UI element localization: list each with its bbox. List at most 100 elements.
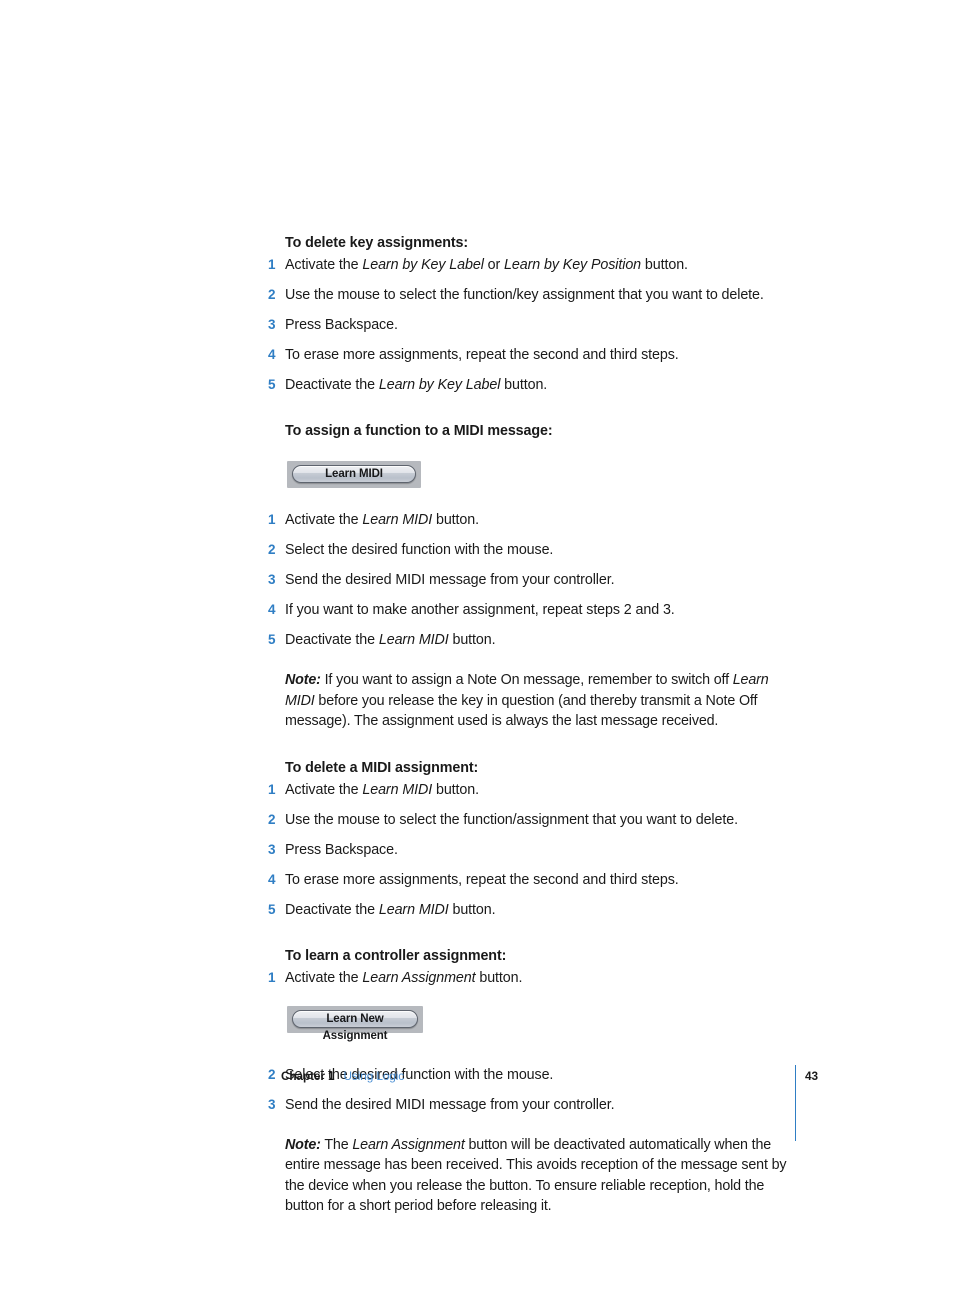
step-text: Send the desired MIDI message from your … xyxy=(285,1096,615,1113)
emphasized-term: Learn MIDI xyxy=(378,632,449,648)
step-text: Activate the Learn by Key Label or Learn… xyxy=(285,257,688,273)
step-item: 4 To erase more assignments, repeat the s… xyxy=(268,870,813,890)
emphasized-term: Learn MIDI xyxy=(362,512,433,528)
step-list-assign-function-midi: 1 Activate the Learn MIDI button. 2 Select … xyxy=(268,510,813,650)
text-run: The xyxy=(320,1136,353,1153)
step-text: Deactivate the Learn by Key Label button… xyxy=(285,377,547,393)
step-text: To erase more assignments, repeat the se… xyxy=(285,347,679,363)
step-number: 2 xyxy=(268,1066,276,1082)
emphasized-term: Learn by Key Label xyxy=(378,377,501,393)
footer-chapter-label: Chapter 1 xyxy=(281,1069,335,1083)
step-item: 3 Send the desired MIDI message from your… xyxy=(268,570,813,590)
note-assign-function-midi: Note: If you want to assign a Note On me… xyxy=(285,670,795,732)
step-item: 3 Send the desired MIDI message from your… xyxy=(268,1095,813,1115)
learn-new-assignment-button[interactable]: Learn New Assignment xyxy=(292,1009,418,1042)
note-learn-controller-assignment: Note: The Learn Assignment button will b… xyxy=(285,1135,795,1217)
step-item: 5 Deactivate the Learn MIDI button. xyxy=(268,630,813,650)
note-text: The Learn Assignment button will be deac… xyxy=(285,1136,787,1215)
step-item: 1 Activate the Learn MIDI button. xyxy=(268,510,813,530)
section-heading: To delete key assignments: xyxy=(285,235,469,251)
step-text: Deactivate the Learn MIDI button. xyxy=(285,902,496,918)
step-item: 1 Activate the Learn by Key Label or Lear… xyxy=(268,255,813,275)
step-number: 3 xyxy=(268,572,276,587)
learn-midi-button-figure: Learn MIDI xyxy=(268,461,813,488)
footer-rule xyxy=(795,1065,796,1141)
step-number: 4 xyxy=(268,347,276,362)
step-item: 4 To erase more assignments, repeat the s… xyxy=(268,345,813,365)
text-run: Send the desired MIDI message from your … xyxy=(285,1096,615,1113)
text-run: To erase more assignments, repeat the se… xyxy=(285,871,679,888)
text-run: button. xyxy=(432,781,479,798)
step-text: To erase more assignments, repeat the se… xyxy=(285,872,679,888)
step-text: Use the mouse to select the function/ass… xyxy=(285,812,738,828)
text-run: button. xyxy=(448,632,496,648)
step-text: Deactivate the Learn MIDI button. xyxy=(285,632,496,648)
text-run: Activate the xyxy=(285,781,363,798)
learn-new-assignment-button-bezel: Learn New Assignment xyxy=(287,1005,423,1042)
emphasized-term: Learn Assignment xyxy=(362,969,476,986)
text-run: Activate the xyxy=(285,969,363,986)
step-item: 2 Select the desired function with the mo… xyxy=(268,540,813,560)
step-number: 5 xyxy=(268,377,276,392)
step-number: 1 xyxy=(268,257,276,272)
text-run: Select the desired function with the mou… xyxy=(285,542,554,558)
step-text: Activate the Learn MIDI button. xyxy=(285,782,479,798)
step-list-learn-controller-before: 1 Activate the Learn Assignment button. xyxy=(268,968,813,988)
step-item: 2 Use the mouse to select the function/ke… xyxy=(268,285,813,305)
step-item: 3 Press Backspace. xyxy=(268,840,813,860)
text-run: Deactivate the xyxy=(285,632,379,648)
step-number: 2 xyxy=(268,542,276,557)
section-heading: To learn a controller assignment: xyxy=(285,947,507,964)
footer-doc-title: Using Logic xyxy=(343,1069,405,1083)
document-page: To delete key assignments: 1 Activate the… xyxy=(0,0,954,1308)
emphasized-term: Learn Assignment xyxy=(352,1136,465,1153)
step-number: 3 xyxy=(268,317,276,332)
text-run: button. xyxy=(448,901,496,918)
learn-new-assignment-button-figure: Learn New Assignment xyxy=(268,1005,813,1044)
step-number: 3 xyxy=(268,841,276,857)
text-run: Send the desired MIDI message from your … xyxy=(285,572,615,588)
step-text: Activate the Learn MIDI button. xyxy=(285,512,479,528)
page-number: 43 xyxy=(805,1069,819,1083)
text-run: Press Backspace. xyxy=(285,317,398,333)
step-number: 2 xyxy=(268,287,276,302)
section-delete-key-assignments: To delete key assignments: 1 Activate the… xyxy=(268,233,813,395)
text-run: or xyxy=(483,257,505,273)
text-run: If you want to make another assignment, … xyxy=(285,602,675,618)
text-run: button. xyxy=(641,257,688,273)
text-run: Deactivate the xyxy=(285,901,379,918)
note-label: Note: xyxy=(285,1136,321,1153)
step-number: 4 xyxy=(268,602,276,617)
step-item: 5 Deactivate the Learn by Key Label butto… xyxy=(268,375,813,395)
text-run: If you want to assign a Note On message,… xyxy=(320,672,733,688)
step-item: 5 Deactivate the Learn MIDI button. xyxy=(268,900,813,920)
section-assign-function-midi: To assign a function to a MIDI message: … xyxy=(268,421,813,732)
text-run: Activate the xyxy=(285,257,363,273)
text-run: Deactivate the xyxy=(285,377,379,393)
emphasized-term: Learn MIDI xyxy=(378,901,449,918)
text-run: Use the mouse to select the function/ass… xyxy=(285,811,738,828)
text-run: button. xyxy=(432,512,479,528)
section-delete-midi-assignment: To delete a MIDI assignment: 1 Activate t… xyxy=(268,758,813,920)
page-footer: Chapter 1 Using Logic xyxy=(281,1068,821,1084)
text-run: Use the mouse to select the function/key… xyxy=(285,287,764,303)
note-text: If you want to assign a Note On message,… xyxy=(285,672,769,729)
step-number: 2 xyxy=(268,811,276,827)
text-run: Activate the xyxy=(285,512,363,528)
emphasized-term: Learn by Key Position xyxy=(504,257,642,273)
step-text: Use the mouse to select the function/key… xyxy=(285,287,764,303)
step-number: 4 xyxy=(268,871,276,887)
step-number: 1 xyxy=(268,969,276,985)
step-number: 3 xyxy=(268,1096,276,1112)
learn-midi-button[interactable]: Learn MIDI xyxy=(292,465,416,483)
section-heading: To delete a MIDI assignment: xyxy=(285,759,479,776)
step-number: 1 xyxy=(268,512,276,527)
text-run: Press Backspace. xyxy=(285,841,398,858)
step-text: Press Backspace. xyxy=(285,317,398,333)
step-number: 5 xyxy=(268,901,276,917)
text-run: button. xyxy=(475,969,523,986)
text-run: To erase more assignments, repeat the se… xyxy=(285,347,679,363)
step-text: Press Backspace. xyxy=(285,842,398,858)
step-text: Select the desired function with the mou… xyxy=(285,542,553,558)
text-run: button. xyxy=(500,377,548,393)
